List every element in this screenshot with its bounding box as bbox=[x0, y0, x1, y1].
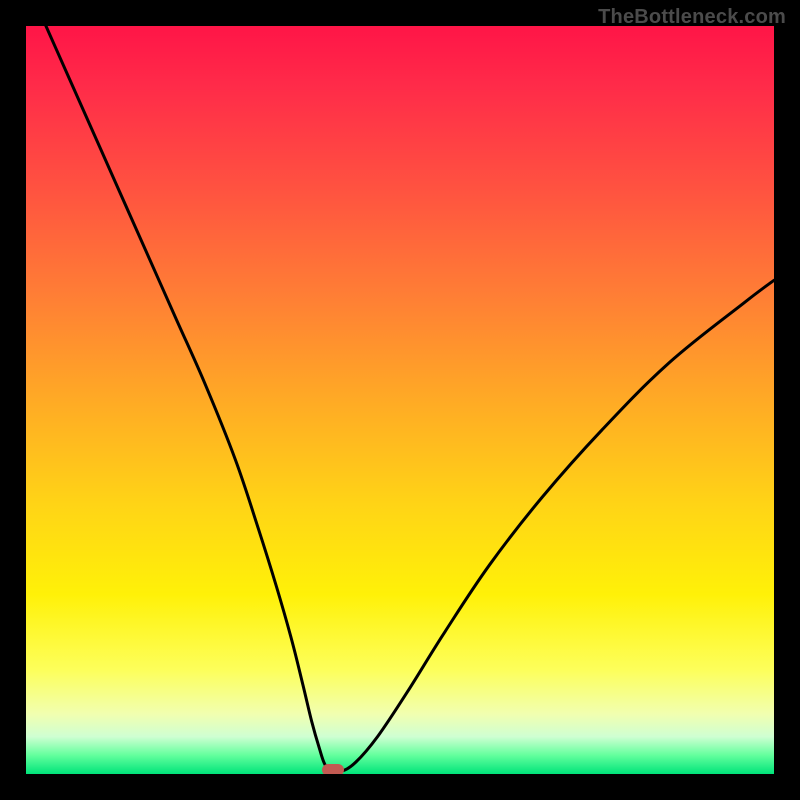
watermark-text: TheBottleneck.com bbox=[598, 6, 786, 29]
plot-area bbox=[26, 26, 774, 774]
minimum-marker bbox=[322, 764, 344, 775]
chart-frame: TheBottleneck.com bbox=[0, 0, 800, 800]
background-gradient bbox=[26, 26, 774, 774]
